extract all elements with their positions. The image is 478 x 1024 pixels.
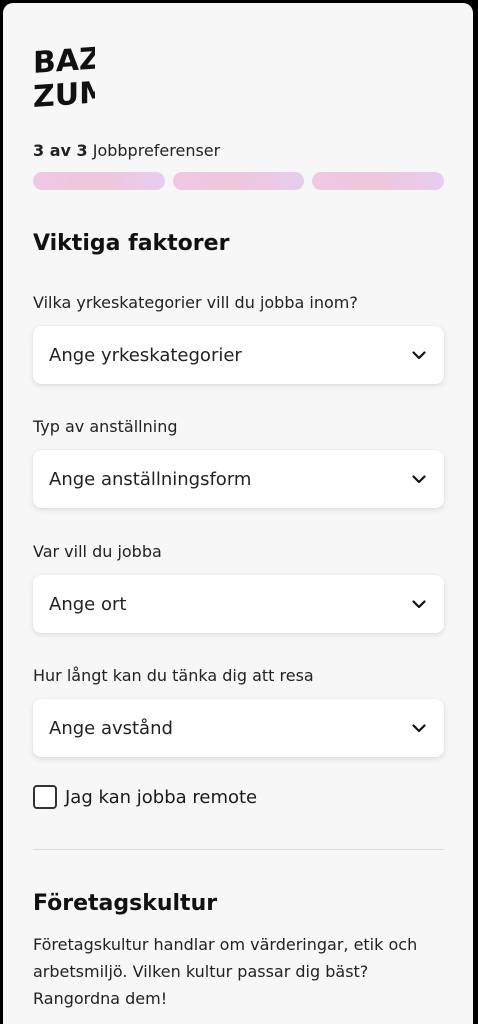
location-select[interactable]: Ange ort [33, 575, 444, 633]
step-count: 3 av 3 [33, 141, 88, 160]
bazzum-logo: BAZ ZUM [33, 43, 95, 109]
chevron-down-icon [412, 472, 426, 486]
remote-checkbox[interactable] [33, 785, 57, 809]
employment-type-placeholder: Ange anställningsform [49, 468, 252, 490]
chevron-down-icon [412, 348, 426, 362]
travel-distance-placeholder: Ange avstånd [49, 717, 173, 739]
svg-text:ZUM: ZUM [33, 75, 95, 109]
app-screen: BAZ ZUM 3 av 3 Jobbpreferenser Viktiga f… [3, 3, 473, 1024]
chevron-down-icon [412, 721, 426, 735]
job-categories-placeholder: Ange yrkeskategorier [49, 344, 242, 366]
section-title-company-culture: Företagskultur [33, 891, 218, 916]
chevron-down-icon [412, 597, 426, 611]
progress-segment-1 [33, 172, 165, 190]
progress-bar [33, 172, 445, 190]
company-culture-description: Företagskultur handlar om värderingar, e… [33, 935, 418, 1008]
employment-type-select[interactable]: Ange anställningsform [33, 450, 444, 508]
section-divider [33, 849, 444, 850]
svg-text:BAZ: BAZ [33, 43, 95, 81]
job-categories-select[interactable]: Ange yrkeskategorier [33, 326, 444, 384]
location-placeholder: Ange ort [49, 593, 127, 615]
field-label-location: Var vill du jobba [33, 542, 162, 561]
progress-segment-2 [172, 172, 305, 190]
field-label-travel-distance: Hur långt kan du tänka dig att resa [33, 666, 314, 685]
travel-distance-select[interactable]: Ange avstånd [33, 699, 444, 757]
step-label: Jobbpreferenser [92, 141, 221, 160]
progress-segment-3 [312, 172, 445, 190]
remote-checkbox-label: Jag kan jobba remote [65, 786, 258, 808]
field-label-employment-type: Typ av anställning [33, 417, 178, 436]
section-title-important-factors: Viktiga faktorer [33, 231, 230, 256]
remote-option[interactable]: Jag kan jobba remote [33, 785, 257, 809]
field-label-job-categories: Vilka yrkeskategorier vill du jobba inom… [33, 293, 358, 312]
step-indicator: 3 av 3 Jobbpreferenser [33, 141, 220, 160]
